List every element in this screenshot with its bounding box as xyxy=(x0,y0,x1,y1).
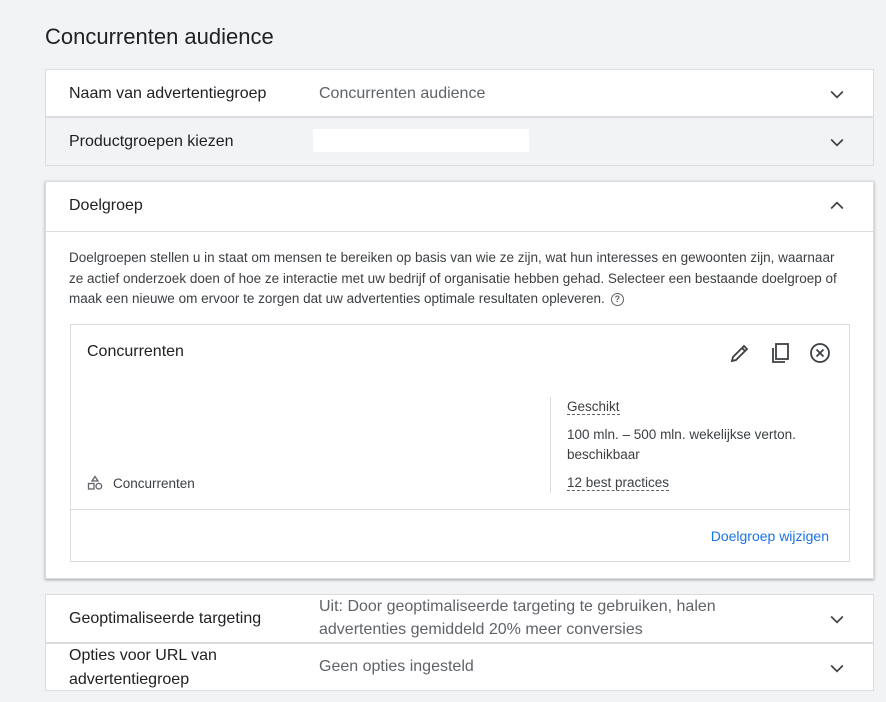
change-audience-link[interactable]: Doelgroep wijzigen xyxy=(711,528,829,544)
ad-group-name-row[interactable]: Naam van advertentiegroep Concurrenten a… xyxy=(45,69,874,117)
optimized-targeting-label: Geoptimaliseerde targeting xyxy=(69,610,262,627)
product-groups-row[interactable]: Productgroepen kiezen xyxy=(45,117,874,166)
chevron-down-icon[interactable] xyxy=(827,658,847,678)
chevron-up-icon[interactable] xyxy=(827,196,847,216)
url-options-value: Geen opties ingesteld xyxy=(319,658,474,675)
best-practices-link[interactable]: 12 best practices xyxy=(567,473,670,493)
audience-section: Doelgroep Doelgroepen stellen u in staat… xyxy=(45,181,874,579)
card-vertical-divider xyxy=(550,397,551,493)
audience-card-title: Concurrenten xyxy=(87,343,184,360)
chevron-down-icon[interactable] xyxy=(827,609,847,629)
product-groups-value xyxy=(313,129,529,152)
ad-group-name-value: Concurrenten audience xyxy=(319,85,486,102)
url-options-label: Opties voor URL van advertentiegroep xyxy=(69,647,217,688)
product-groups-label: Productgroepen kiezen xyxy=(69,133,234,150)
segment-label: Concurrenten xyxy=(113,475,195,491)
help-icon[interactable]: ? xyxy=(610,293,624,306)
segment-item: Concurrenten xyxy=(87,475,195,491)
audience-status[interactable]: Geschikt xyxy=(567,397,620,417)
remove-icon[interactable] xyxy=(808,341,832,365)
card-divider xyxy=(71,509,849,510)
audience-card: Concurrenten Concurrenten Geschikt 100 m… xyxy=(70,324,850,562)
url-options-row[interactable]: Opties voor URL van advertentiegroep Gee… xyxy=(45,643,874,691)
optimized-targeting-row[interactable]: Geoptimaliseerde targeting Uit: Door geo… xyxy=(45,594,874,643)
edit-icon[interactable] xyxy=(728,341,752,365)
page-title: Concurrenten audience xyxy=(45,24,274,49)
chevron-down-icon[interactable] xyxy=(827,132,847,152)
optimized-targeting-value: Uit: Door geoptimaliseerde targeting te … xyxy=(319,598,716,638)
ad-group-name-label: Naam van advertentiegroep xyxy=(69,85,267,102)
chevron-down-icon[interactable] xyxy=(827,84,847,104)
section-divider xyxy=(46,231,873,232)
audience-impressions: 100 mln. – 500 mln. wekelijkse verton. b… xyxy=(567,427,796,462)
audience-description: Doelgroepen stellen u in staat om mensen… xyxy=(69,250,837,306)
audience-label: Doelgroep xyxy=(69,197,143,214)
copy-icon[interactable] xyxy=(768,341,792,365)
segment-shapes-icon xyxy=(87,475,103,490)
